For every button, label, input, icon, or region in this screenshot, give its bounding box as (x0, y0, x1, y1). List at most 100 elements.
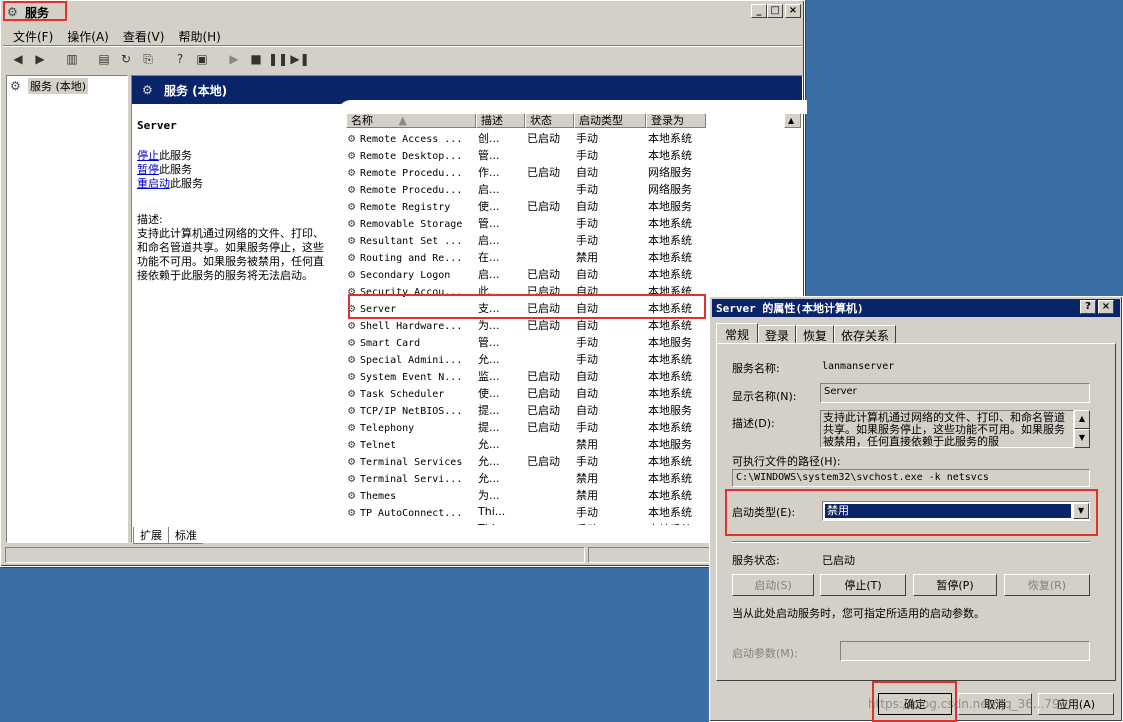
status-cell: 已启动 (527, 386, 560, 400)
description-field[interactable]: 支持此计算机通过网络的文件、打印、和命名管道共享。如果服务停止，这些功能不可用。… (820, 410, 1074, 448)
service-name-cell: ⚙ TP AutoConnect... (348, 504, 463, 519)
restart-action: 重启动此服务 (137, 177, 203, 190)
service-gear-icon: ⚙ (348, 334, 356, 349)
column-header-logon-as[interactable]: 登录为 (646, 113, 706, 128)
startup-type-cell: 禁用 (576, 250, 598, 264)
startup-type-highlight (725, 489, 1098, 536)
table-row[interactable]: ⚙ Task Scheduler 使... 已启动 自动 本地系统 (346, 384, 706, 401)
refresh-icon[interactable]: ↻ (117, 50, 135, 68)
start-params-label: 启动参数(M): (732, 647, 798, 660)
restart-service-icon[interactable]: ▶❚ (290, 50, 309, 68)
logon-as-cell: 本地系统 (648, 352, 692, 366)
column-header-startup-type[interactable]: 启动类型 (574, 113, 646, 128)
table-row[interactable]: ⚙ TP AutoConnect... Thi... 手动 本地系统 (346, 503, 706, 520)
table-row[interactable]: ⚙TP VC GatewayThi... 手动本地系统 (346, 520, 706, 526)
description-cell: 使... (478, 386, 500, 400)
display-name-field[interactable]: Server (820, 383, 1090, 403)
forward-arrow-icon[interactable]: ▶ (31, 50, 49, 68)
logon-as-cell: 本地系统 (648, 216, 692, 230)
table-row[interactable]: ⚙ Removable Storage 管... 手动 本地系统 (346, 214, 706, 231)
logon-as-cell: 网络服务 (648, 182, 692, 196)
start-button[interactable]: 启动(S) (732, 574, 814, 596)
service-name-cell: ⚙ TCP/IP NetBIOS... (348, 402, 463, 417)
service-gear-icon: ⚙ (348, 198, 356, 213)
startup-type-cell: 手动 (576, 131, 598, 145)
dialog-close-button[interactable]: × (1098, 300, 1114, 314)
table-row[interactable]: ⚙ Themes 为... 禁用 本地系统 (346, 486, 706, 503)
service-name-cell: ⚙ System Event N... (348, 368, 463, 383)
resume-button[interactable]: 恢复(R) (1004, 574, 1090, 596)
pause-service-icon[interactable]: ❚❚ (268, 50, 288, 68)
menu-help[interactable]: 帮助(H) (178, 28, 220, 45)
logon-as-cell: 本地系统 (648, 454, 692, 468)
status-cell (525, 486, 574, 503)
description-scroll-up-icon[interactable]: ▲ (1074, 410, 1090, 429)
service-name-cell: ⚙ Remote Desktop... (348, 147, 463, 162)
show-tree-icon[interactable]: ▥ (63, 50, 81, 68)
service-name-cell: ⚙ Remote Procedu... (348, 164, 463, 179)
help-icon[interactable]: ? (171, 50, 189, 68)
status-cell: 已启动 (527, 403, 560, 417)
table-row[interactable]: ⚙ Remote Procedu... 启... 手动 网络服务 (346, 180, 706, 197)
table-row[interactable]: ⚙ Routing and Re... 在... 禁用 本地系统 (346, 248, 706, 265)
logon-as-cell: 本地系统 (648, 369, 692, 383)
table-row[interactable]: ⚙ Terminal Servi... 允... 禁用 本地系统 (346, 469, 706, 486)
table-row[interactable]: ⚙ Smart Card 管... 手动 本地服务 (346, 333, 706, 350)
column-header-status[interactable]: 状态 (525, 113, 574, 128)
menu-action[interactable]: 操作(A) (67, 28, 109, 45)
table-row[interactable]: ⚙ TCP/IP NetBIOS... 提... 已启动 自动 本地服务 (346, 401, 706, 418)
tab-standard[interactable]: 标准 (169, 527, 203, 544)
table-row[interactable]: ⚙ Resultant Set ... 启... 手动 本地系统 (346, 231, 706, 248)
table-row[interactable]: ⚙ Remote Desktop... 管... 手动 本地系统 (346, 146, 706, 163)
menu-view[interactable]: 查看(V) (123, 28, 165, 45)
stop-button[interactable]: 停止(T) (820, 574, 906, 596)
tab-extended[interactable]: 扩展 (133, 527, 169, 544)
service-gear-icon: ⚙ (348, 470, 356, 485)
logon-as-cell: 本地服务 (648, 403, 692, 417)
services-window: ⚙ 服务 _ □ × 文件(F) 操作(A) 查看(V) 帮助(H) ◀ ▶ ▥… (0, 0, 807, 567)
console-icon[interactable]: ▣ (193, 50, 211, 68)
menu-divider (3, 45, 802, 47)
status-cell: 已启动 (527, 165, 560, 179)
table-row[interactable]: ⚙ Telnet 允... 禁用 本地服务 (346, 435, 706, 452)
table-row[interactable]: ⚙ Secondary Logon 启... 已启动 自动 本地系统 (346, 265, 706, 282)
start-service-icon[interactable]: ▶ (225, 50, 243, 68)
column-header-description[interactable]: 描述 (476, 113, 525, 128)
startup-type-cell: 手动 (576, 505, 598, 519)
maximize-button[interactable]: □ (767, 4, 783, 18)
description-cell: 管... (478, 216, 500, 230)
restart-service-link[interactable]: 重启动 (137, 177, 170, 190)
pause-button[interactable]: 暂停(P) (913, 574, 997, 596)
table-row[interactable]: ⚙ System Event N... 监... 已启动 自动 本地系统 (346, 367, 706, 384)
stop-service-icon[interactable]: ■ (247, 50, 265, 68)
path-label: 可执行文件的路径(H): (732, 455, 841, 468)
tree-root-label[interactable]: 服务 (本地) (28, 78, 89, 94)
pause-service-link[interactable]: 暂停 (137, 163, 159, 176)
close-button[interactable]: × (785, 4, 801, 18)
status-cell (525, 248, 574, 265)
stop-service-link[interactable]: 停止 (137, 149, 159, 162)
description-cell: 在... (478, 250, 500, 264)
column-header-name[interactable]: 名称 ▲ (346, 113, 476, 128)
dialog-help-button[interactable]: ? (1080, 300, 1096, 314)
menu-file[interactable]: 文件(F) (13, 28, 53, 45)
properties-icon[interactable]: ▤ (95, 50, 113, 68)
description-scroll-down-icon[interactable]: ▼ (1074, 429, 1090, 448)
service-gear-icon: ⚙ (348, 317, 356, 332)
minimize-button[interactable]: _ (751, 4, 767, 18)
status-cell (525, 435, 574, 452)
table-row[interactable]: ⚙ Remote Access ... 创... 已启动 手动 本地系统 (346, 129, 706, 146)
back-arrow-icon[interactable]: ◀ (9, 50, 27, 68)
title-highlight (3, 1, 67, 21)
logon-as-cell: 网络服务 (648, 165, 692, 179)
table-row[interactable]: ⚙ Telephony 提... 已启动 手动 本地系统 (346, 418, 706, 435)
table-row[interactable]: ⚙ Remote Registry 使... 已启动 自动 本地服务 (346, 197, 706, 214)
service-table: ⚙ Remote Access ... 创... 已启动 手动 本地系统 ⚙ Remote D… (346, 129, 706, 526)
list-scrollbar-up[interactable]: ▲ (784, 113, 801, 128)
table-row[interactable]: ⚙ Terminal Services 允... 已启动 手动 本地系统 (346, 452, 706, 469)
table-row[interactable]: ⚙ Remote Procedu... 作... 已启动 自动 网络服务 (346, 163, 706, 180)
start-params-field[interactable] (840, 641, 1090, 661)
table-row[interactable]: ⚙ Special Admini... 允... 手动 本地系统 (346, 350, 706, 367)
description-field-label: 描述(D): (732, 417, 775, 430)
export-list-icon[interactable]: ⎘ (139, 50, 157, 68)
